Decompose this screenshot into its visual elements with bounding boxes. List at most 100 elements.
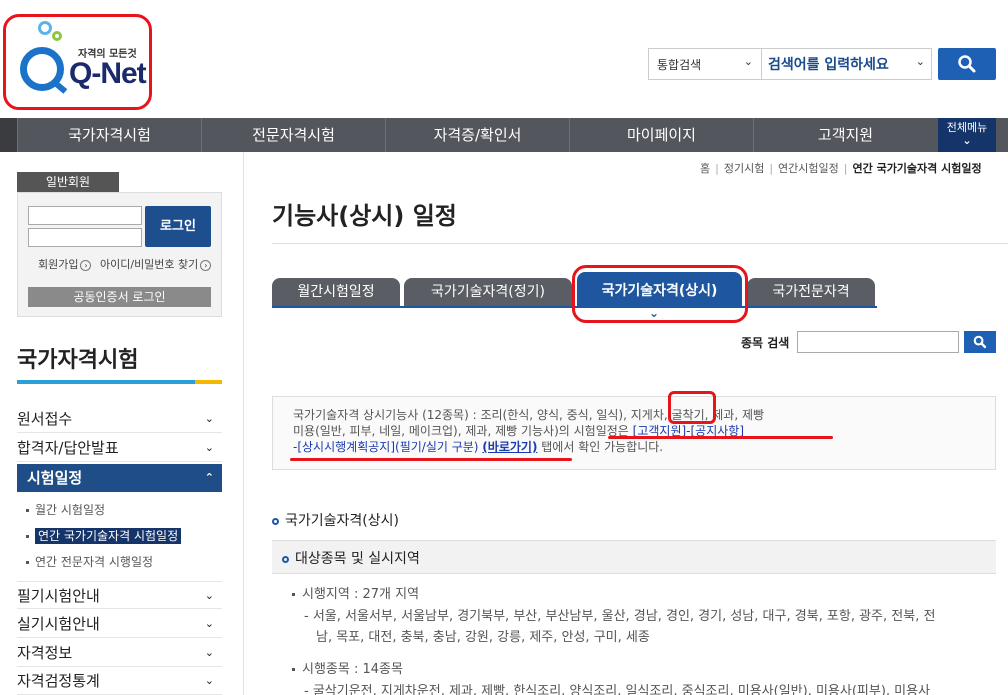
- page-title: 기능사(상시) 일정: [272, 202, 457, 230]
- region-list-line: 남, 목포, 대전, 충북, 충남, 강원, 강릉, 제주, 안성, 구미, 세…: [316, 630, 650, 645]
- chevron-down-icon: ⌄: [204, 412, 214, 425]
- subject-search-button[interactable]: [964, 331, 996, 353]
- all-menu-button[interactable]: 전체메뉴 ⌄: [938, 118, 996, 152]
- sidebar-item-schedule[interactable]: 시험일정 ⌃: [17, 464, 222, 492]
- arrow-right-icon: ›: [80, 259, 92, 271]
- search-input[interactable]: 검색어를 입력하세요 ⌄: [762, 48, 932, 80]
- logo[interactable]: 자격의 모든것 Q-Net: [3, 14, 152, 110]
- sidebar-sub-annual-professional[interactable]: 연간 전문자격 시행일정: [26, 553, 153, 570]
- search-placeholder: 검색어를 입력하세요: [768, 57, 889, 73]
- main-nav: 국가자격시험 전문자격시험 자격증/확인서 마이페이지 고객지원: [0, 118, 1008, 152]
- nav-lead: [0, 118, 17, 152]
- sidebar-item-label: 필기시험안내: [17, 587, 100, 605]
- shortcut-link[interactable]: (바로가기): [482, 440, 537, 454]
- sidebar-item-label: 합격자/답안발표: [17, 439, 119, 457]
- sidebar-title: 국가자격시험: [17, 348, 139, 373]
- region-item: 시행지역 : 27개 지역: [292, 583, 419, 602]
- member-type-label: 일반회원: [17, 172, 119, 192]
- subject-label: 시행종목 : 14종목: [302, 662, 403, 677]
- certificate-login-button[interactable]: 공동인증서 로그인: [28, 287, 211, 307]
- chevron-down-icon: ⌄: [204, 617, 214, 630]
- region-list: - 서울, 서울서부, 서울남부, 경기북부, 부산, 부산남부, 울산, 경남…: [304, 606, 974, 648]
- tab-monthly[interactable]: 월간시험일정: [272, 278, 400, 306]
- chevron-up-icon: ⌃: [204, 471, 214, 484]
- tab-professional[interactable]: 국가전문자격: [747, 278, 875, 306]
- notice-text: 탭에서 확인 가능합니다.: [537, 440, 664, 454]
- breadcrumb-regular[interactable]: 정기시험: [724, 162, 764, 175]
- find-account-link[interactable]: 아이디/비밀번호 찾기 ›: [100, 256, 212, 272]
- sidebar-item-label: 자격검정통계: [17, 672, 100, 690]
- search-icon: [973, 335, 987, 349]
- logo-q-icon: [20, 47, 64, 91]
- sidebar-item-application[interactable]: 원서접수 ⌄: [17, 405, 222, 433]
- search-scope-select[interactable]: 통합검색 ⌄: [648, 48, 762, 80]
- join-label: 회원가입: [38, 258, 79, 271]
- bullet-icon: [26, 535, 29, 538]
- nav-support[interactable]: 고객지원: [753, 118, 937, 152]
- sidebar-item-written-exam[interactable]: 필기시험안내 ⌄: [17, 581, 222, 609]
- subsection-heading: 대상종목 및 실시지역: [282, 548, 420, 568]
- chevron-down-icon: ⌄: [204, 674, 214, 687]
- breadcrumb-separator: |: [843, 162, 848, 175]
- login-button[interactable]: 로그인: [145, 206, 211, 247]
- subject-search-label: 종목 검색: [741, 336, 790, 350]
- nav-certificate[interactable]: 자격증/확인서: [385, 118, 569, 152]
- subject-item: 시행종목 : 14종목: [292, 658, 403, 677]
- chevron-down-icon: ⌄: [204, 589, 214, 602]
- nav-mypage[interactable]: 마이페이지: [569, 118, 753, 152]
- sidebar-title-underline-accent: [195, 380, 222, 384]
- title-divider: [272, 243, 1008, 244]
- notice-line: -[상시시행계획공지](필기/실기 구분) (바로가기) 탭에서 확인 가능합니…: [293, 439, 975, 455]
- notice-plan-link[interactable]: -[상시시행계획공지](필기/실기 구분): [293, 440, 482, 454]
- chevron-down-icon: ⌄: [915, 55, 925, 68]
- chevron-down-icon: ⌄: [743, 55, 753, 68]
- sidebar-sub-monthly[interactable]: 월간 시험일정: [26, 501, 105, 518]
- sidebar-sub-annual-technical[interactable]: 연간 국가기술자격 시험일정: [26, 527, 182, 544]
- sidebar-item-label: 원서접수: [17, 410, 73, 428]
- password-input[interactable]: [28, 228, 142, 247]
- id-input[interactable]: [28, 206, 142, 225]
- sidebar-sub-label: 연간 국가기술자격 시험일정: [35, 528, 182, 544]
- arrow-right-icon: ›: [200, 259, 212, 271]
- sidebar-item-statistics[interactable]: 자격검정통계 ⌄: [17, 667, 222, 695]
- ring-bullet-icon: [272, 517, 279, 525]
- highlight-underline: [290, 458, 572, 461]
- sidebar-sub-label: 월간 시험일정: [35, 503, 106, 517]
- sidebar-item-qualification-info[interactable]: 자격정보 ⌄: [17, 639, 222, 667]
- bullet-icon: [292, 668, 295, 671]
- sidebar-item-results[interactable]: 합격자/답안발표 ⌄: [17, 434, 222, 462]
- subject-search-input[interactable]: [797, 331, 959, 353]
- all-menu-label: 전체메뉴: [946, 121, 988, 134]
- nav-national-exam[interactable]: 국가자격시험: [17, 118, 201, 152]
- highlight-circle: [572, 265, 748, 323]
- search-scope-value: 통합검색: [657, 58, 702, 72]
- breadcrumb: 홈 | 정기시험 | 연간시험일정 | 연간 국가기술자격 시험일정: [700, 160, 982, 176]
- sidebar-item-practical-exam[interactable]: 실기시험안내 ⌄: [17, 610, 222, 638]
- ring-bullet-icon: [282, 555, 289, 563]
- tab-technical-regular[interactable]: 국가기술자격(정기): [404, 278, 572, 306]
- breadcrumb-annual[interactable]: 연간시험일정: [778, 162, 839, 175]
- section-title: 국가기술자격(상시): [285, 513, 399, 529]
- bullet-icon: [26, 561, 29, 564]
- breadcrumb-home[interactable]: 홈: [700, 162, 710, 175]
- subject-list: - 굴삭기운전, 지게차운전, 제과, 제빵, 한식조리, 양식조리, 일식조리…: [304, 681, 974, 695]
- subject-list-line: - 굴삭기운전, 지게차운전, 제과, 제빵, 한식조리, 양식조리, 일식조리…: [304, 684, 931, 695]
- content-divider: [243, 152, 244, 695]
- search-button[interactable]: [938, 48, 996, 80]
- qnet-page: 자격의 모든것 Q-Net 통합검색 ⌄ 검색어를 입력하세요 ⌄ 국가자격시험…: [0, 0, 1008, 695]
- chevron-down-icon: ⌄: [204, 441, 214, 454]
- region-label: 시행지역 : 27개 지역: [302, 587, 420, 602]
- logo-name: Q-Net: [69, 57, 147, 90]
- notice-line: 국가기술자격 상시기능사 (12종목) : 조리(한식, 양식, 중식, 일식)…: [293, 408, 765, 422]
- breadcrumb-separator: |: [715, 162, 719, 175]
- find-label: 아이디/비밀번호 찾기: [100, 258, 199, 271]
- section-heading: 국가기술자격(상시): [272, 510, 399, 530]
- notice-text: 미용(일반, 피부, 네일, 메이크업), 제과, 제빵 기능사)의 시험일정은: [293, 424, 633, 438]
- sidebar-item-label: 실기시험안내: [17, 615, 100, 633]
- region-list-line: - 서울, 서울서부, 서울남부, 경기북부, 부산, 부산남부, 울산, 경남…: [304, 609, 936, 624]
- highlight-box: [668, 391, 716, 424]
- nav-professional-exam[interactable]: 전문자격시험: [201, 118, 385, 152]
- sidebar-item-label: 시험일정: [27, 469, 83, 487]
- join-link[interactable]: 회원가입 ›: [38, 256, 92, 272]
- bullet-icon: [292, 593, 295, 596]
